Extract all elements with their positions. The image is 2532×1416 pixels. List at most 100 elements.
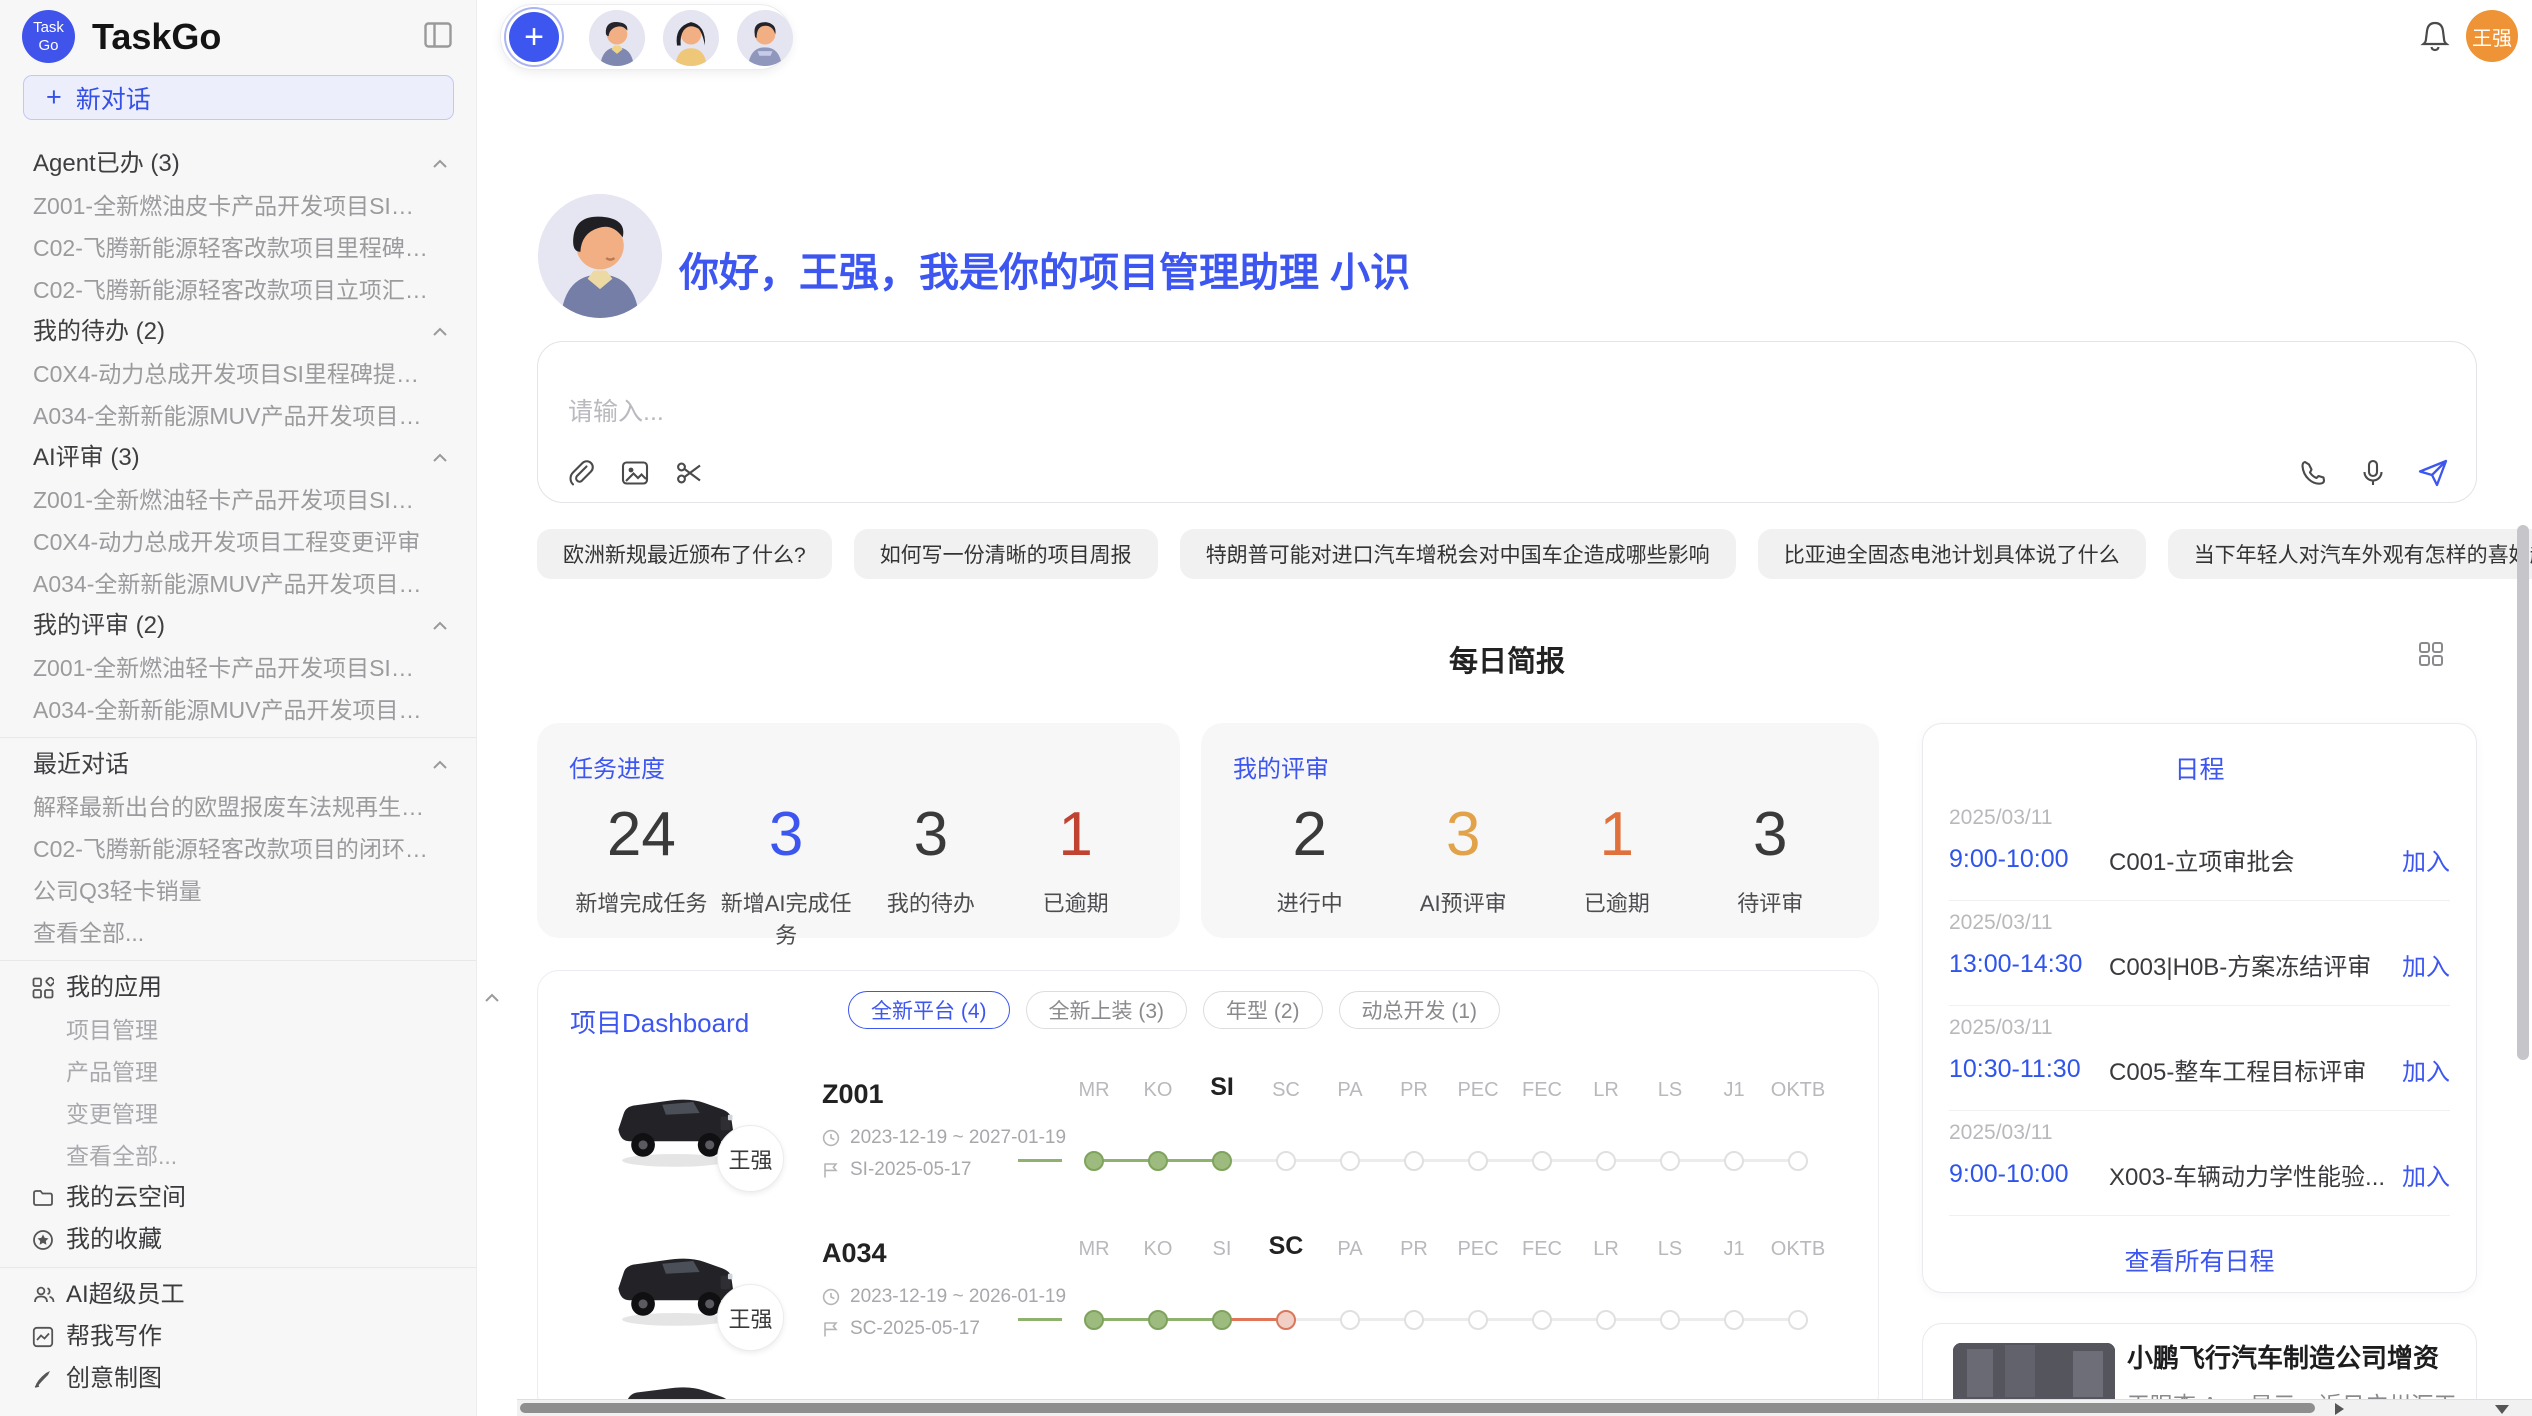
sidebar-item[interactable]: C02-飞腾新能源轻客改款项目里程碑画布 <box>0 227 476 269</box>
chevron-up-icon[interactable] <box>430 154 450 174</box>
add-assistant-button[interactable]: + <box>509 12 559 62</box>
notifications-bell-icon[interactable] <box>2420 20 2450 52</box>
sidebar-subitem-product-mgmt[interactable]: 产品管理 <box>0 1051 476 1093</box>
send-button[interactable] <box>2416 456 2450 490</box>
milestone-node[interactable] <box>1276 1310 1296 1330</box>
milestone-node[interactable] <box>1084 1151 1104 1171</box>
sidebar-item-my-apps[interactable]: 我的应用 <box>0 967 476 1009</box>
milestone-node[interactable] <box>1404 1151 1424 1171</box>
attach-image-button[interactable] <box>618 456 652 490</box>
milestone-node[interactable] <box>1212 1310 1232 1330</box>
join-button[interactable]: 加入 <box>2402 1157 2450 1192</box>
filter-chip-body[interactable]: 全新上装 (3) <box>1026 991 1188 1029</box>
join-button[interactable]: 加入 <box>2402 842 2450 877</box>
milestone-node[interactable] <box>1660 1151 1680 1171</box>
project-row[interactable]: 王强 A034 2023-12-19 ~ 2026-01-19 SC-2025-… <box>538 1220 1878 1380</box>
sidebar-item[interactable]: A034-全新新能源MUV产品开发项目计划变更表编写 <box>0 395 476 437</box>
project-code: A034 <box>822 1238 887 1269</box>
section-header-recent-chats[interactable]: 最近对话 <box>0 744 476 786</box>
milestone-node[interactable] <box>1276 1151 1296 1171</box>
section-header-my-todo[interactable]: 我的待办 (2) <box>0 311 476 353</box>
sidebar-item-creative-draw[interactable]: 创意制图 <box>0 1358 476 1400</box>
sidebar-item[interactable]: C0X4-动力总成开发项目工程变更评审 <box>0 521 476 563</box>
suggestion-chip[interactable]: 当下年轻人对汽车外观有怎样的喜好趋势 <box>2168 529 2532 579</box>
section-header-agent-done[interactable]: Agent已办 (3) <box>0 143 476 185</box>
milestone-node[interactable] <box>1724 1310 1744 1330</box>
horizontal-scrollbar-thumb[interactable] <box>520 1403 2315 1413</box>
suggestion-chip[interactable]: 欧洲新规最近颁布了什么? <box>537 529 832 579</box>
sidebar-subitem-change-mgmt[interactable]: 变更管理 <box>0 1093 476 1135</box>
event-date: 2025/03/11 <box>1949 1121 2450 1145</box>
filter-chip-powertrain[interactable]: 动总开发 (1) <box>1339 991 1501 1029</box>
project-row[interactable]: 王强 Z001 2023-12-19 ~ 2027-01-19 SI-2025-… <box>538 1061 1878 1221</box>
milestone-pr: PR <box>1382 1079 1446 1199</box>
milestone-node[interactable] <box>1532 1151 1552 1171</box>
sidebar-item-cloud-space[interactable]: 我的云空间 <box>0 1177 476 1219</box>
scroll-down-arrow[interactable] <box>2495 1405 2509 1414</box>
assistant-avatar-2[interactable] <box>663 10 719 66</box>
microphone-button[interactable] <box>2356 456 2390 490</box>
suggestion-chip[interactable]: 特朗普可能对进口汽车增税会对中国车企造成哪些影响 <box>1180 529 1736 579</box>
sidebar-item[interactable]: C02-飞腾新能源轻客改款项目的闭环通告反馈情况 <box>0 828 476 870</box>
milestone-node[interactable] <box>1148 1310 1168 1330</box>
milestone-node[interactable] <box>1468 1151 1488 1171</box>
chevron-up-icon[interactable] <box>430 448 450 468</box>
milestone-node[interactable] <box>1340 1310 1360 1330</box>
attach-file-button[interactable] <box>564 456 598 490</box>
assistant-avatar-1[interactable] <box>589 10 645 66</box>
sidebar-item[interactable]: Z001-全新燃油轻卡产品开发项目SI节点属性5D文件评审 <box>0 647 476 689</box>
vertical-scrollbar-thumb[interactable] <box>2517 525 2529 1060</box>
chevron-up-icon[interactable] <box>430 755 450 775</box>
filter-chip-year[interactable]: 年型 (2) <box>1203 991 1323 1029</box>
suggestion-chip[interactable]: 比亚迪全固态电池计划具体说了什么 <box>1758 529 2146 579</box>
sidebar-item[interactable]: C02-飞腾新能源轻客改款项目立项汇报方案 <box>0 269 476 311</box>
milestone-node[interactable] <box>1724 1151 1744 1171</box>
section-header-ai-review[interactable]: AI评审 (3) <box>0 437 476 479</box>
milestone-node[interactable] <box>1084 1310 1104 1330</box>
milestone-node[interactable] <box>1788 1310 1808 1330</box>
sidebar-item[interactable]: Z001-全新燃油皮卡产品开发项目SI节点Lesson Learn报告 <box>0 185 476 227</box>
sidebar-subitem-project-mgmt[interactable]: 项目管理 <box>0 1009 476 1051</box>
logo-text-bottom: Go <box>38 37 58 54</box>
suggestion-chip[interactable]: 如何写一份清晰的项目周报 <box>854 529 1158 579</box>
milestone-node[interactable] <box>1596 1310 1616 1330</box>
join-button[interactable]: 加入 <box>2402 947 2450 982</box>
sidebar-item[interactable]: C0X4-动力总成开发项目SI里程碑提交物检查 <box>0 353 476 395</box>
new-chat-button[interactable]: + 新对话 <box>23 75 454 120</box>
milestone-node[interactable] <box>1340 1151 1360 1171</box>
sidebar-item[interactable]: 公司Q3轻卡销量 <box>0 870 476 912</box>
milestone-node[interactable] <box>1468 1310 1488 1330</box>
sidebar-subitem-view-all[interactable]: 查看全部... <box>0 1135 476 1177</box>
milestone-node[interactable] <box>1148 1151 1168 1171</box>
screenshot-button[interactable] <box>672 456 706 490</box>
user-avatar[interactable]: 王强 <box>2466 10 2518 62</box>
join-button[interactable]: 加入 <box>2402 1052 2450 1087</box>
sidebar-item[interactable]: 解释最新出台的欧盟报废车法规再生塑料比例被调至15%... <box>0 786 476 828</box>
sidebar-collapse-icon[interactable] <box>424 22 452 48</box>
chat-input[interactable] <box>568 388 1968 436</box>
sidebar-item-help-write[interactable]: 帮我写作 <box>0 1316 476 1358</box>
milestone-node[interactable] <box>1660 1310 1680 1330</box>
milestone-node[interactable] <box>1596 1151 1616 1171</box>
sidebar-item-ai-staff[interactable]: AI超级员工 <box>0 1274 476 1316</box>
mic-icon <box>2358 458 2388 488</box>
divider <box>0 737 476 738</box>
sidebar-item[interactable]: Z001-全新燃油轻卡产品开发项目SI造型提交物评审 <box>0 479 476 521</box>
milestone-node[interactable] <box>1212 1151 1232 1171</box>
sidebar-item[interactable]: A034-全新新能源MUV产品开发项目造型可行性评审 <box>0 689 476 731</box>
section-header-my-review[interactable]: 我的评审 (2) <box>0 605 476 647</box>
milestone-node[interactable] <box>1532 1310 1552 1330</box>
assistant-avatar-3[interactable] <box>737 10 793 66</box>
view-all-schedule-link[interactable]: 查看所有日程 <box>1923 1242 2476 1278</box>
sidebar-item[interactable]: A034-全新新能源MUV产品开发项目法规符合性评审 <box>0 563 476 605</box>
chevron-up-icon[interactable] <box>430 616 450 636</box>
sidebar-item-favorites[interactable]: 我的收藏 <box>0 1219 476 1261</box>
layout-grid-icon[interactable] <box>2417 640 2445 668</box>
milestone-node[interactable] <box>1788 1151 1808 1171</box>
scroll-right-arrow[interactable] <box>2335 1403 2344 1415</box>
voice-call-button[interactable] <box>2296 456 2330 490</box>
chevron-up-icon[interactable] <box>430 322 450 342</box>
filter-chip-platform[interactable]: 全新平台 (4) <box>848 991 1010 1029</box>
sidebar-view-all[interactable]: 查看全部... <box>0 912 476 954</box>
milestone-node[interactable] <box>1404 1310 1424 1330</box>
